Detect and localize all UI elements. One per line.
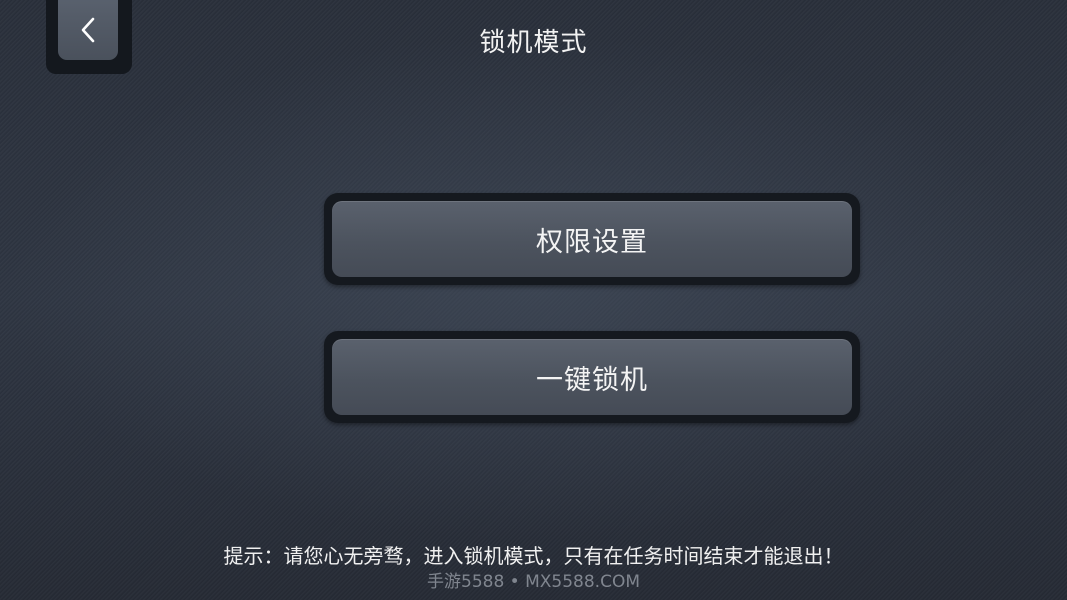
one-key-lock-frame: 一键锁机 [324, 331, 860, 423]
hint-text: 提示：请您心无旁骛，进入锁机模式，只有在任务时间结束才能退出！ [223, 544, 844, 568]
permission-settings-frame: 权限设置 [324, 193, 860, 285]
permission-settings-button[interactable]: 权限设置 [332, 201, 852, 277]
page-title: 锁机模式 [479, 28, 588, 58]
one-key-lock-button[interactable]: 一键锁机 [332, 339, 852, 415]
watermark: 手游5588 • MX5588.COM [427, 572, 640, 592]
